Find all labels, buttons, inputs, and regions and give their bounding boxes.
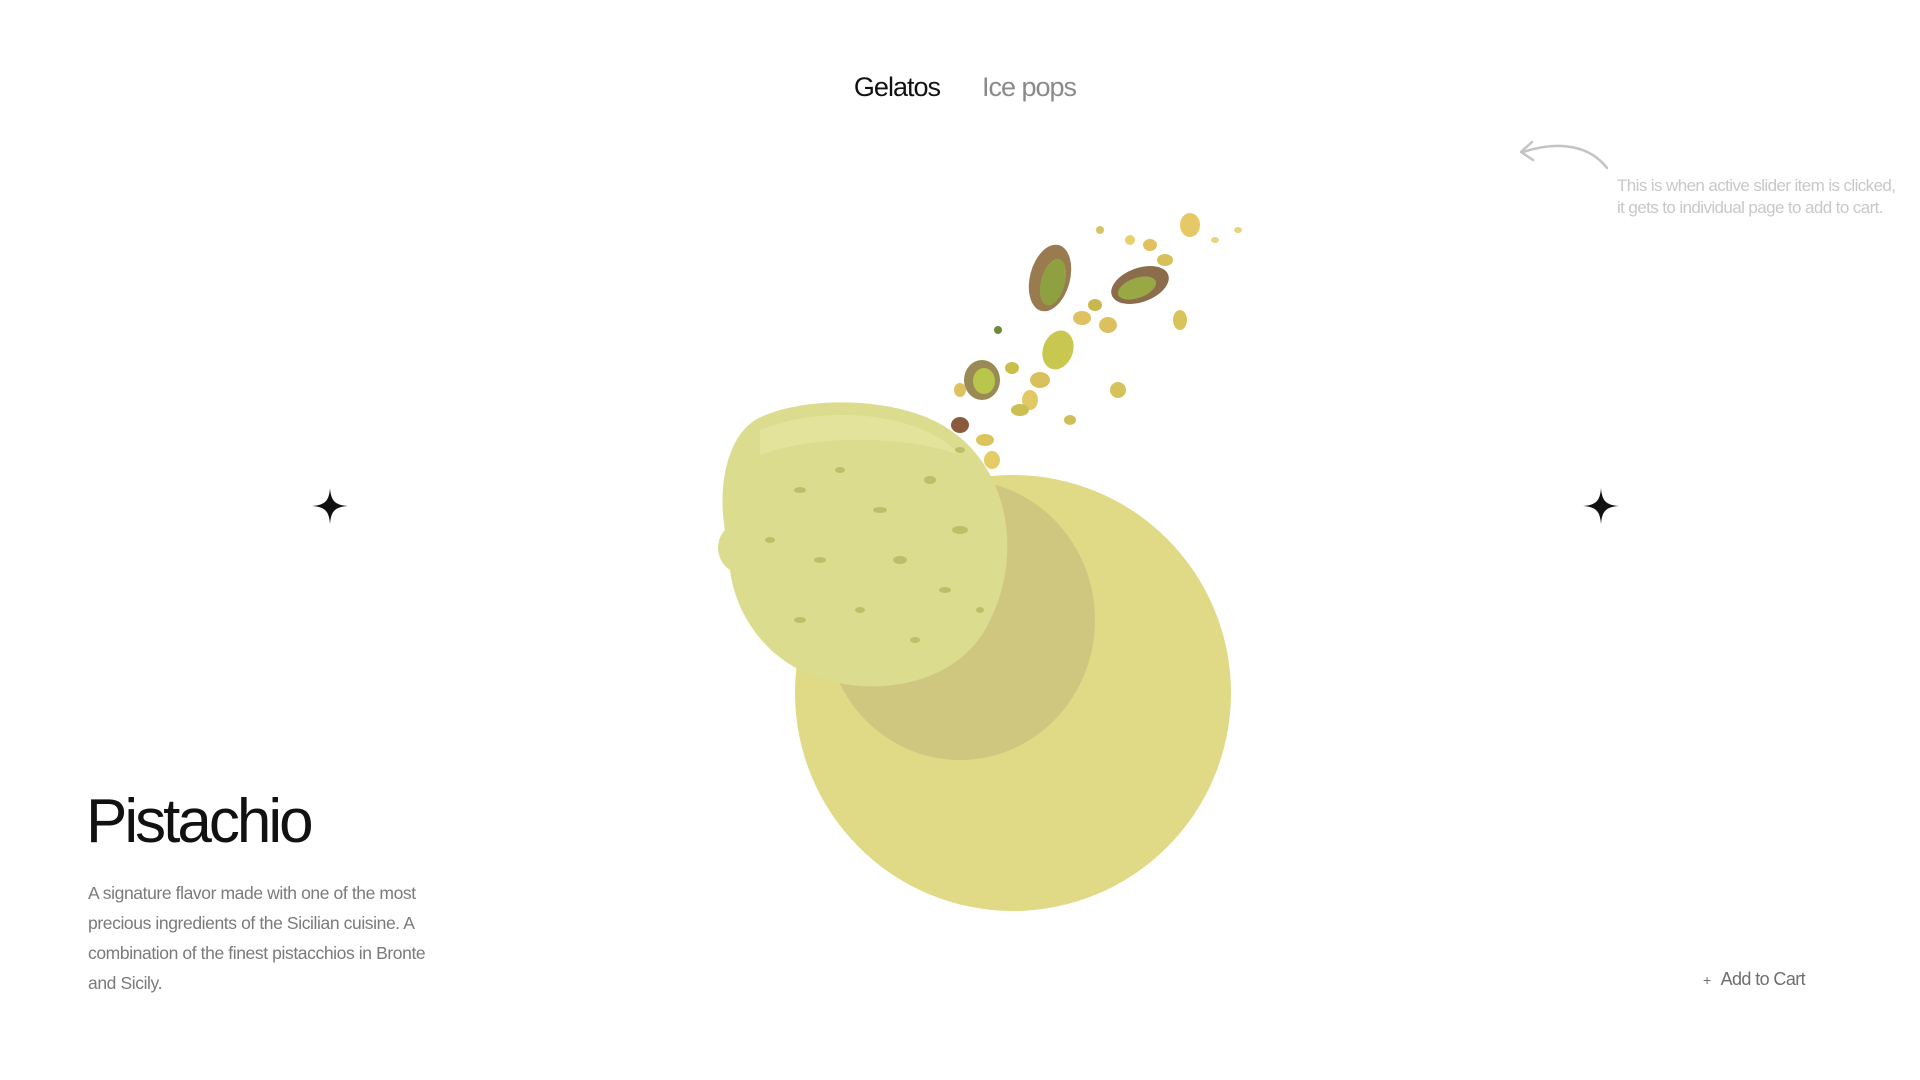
add-to-cart-button[interactable]: + Add to Cart bbox=[1703, 969, 1806, 990]
add-to-cart-label: Add to Cart bbox=[1720, 969, 1806, 989]
product-description: A signature flavor made with one of the … bbox=[88, 883, 426, 993]
product-title: Pistachio bbox=[86, 787, 314, 856]
pistachio-crumbs bbox=[951, 213, 1242, 469]
product-slider-page: Gelatos Ice pops This is when active sli… bbox=[0, 0, 1920, 1080]
plus-icon: + bbox=[1703, 971, 1711, 988]
